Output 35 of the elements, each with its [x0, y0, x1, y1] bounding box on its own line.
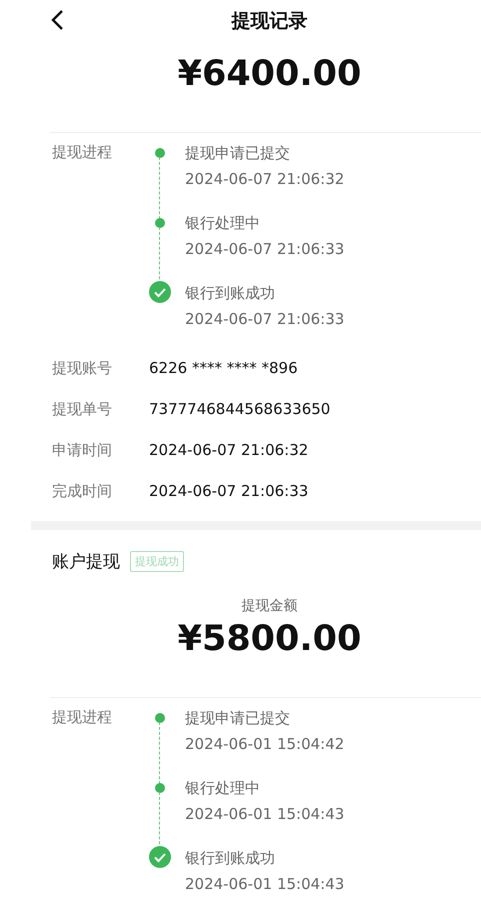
detail-value: 2024-06-07 21:06:32	[149, 441, 308, 459]
progress-label: 提现进程	[52, 708, 113, 728]
check-icon	[149, 281, 171, 303]
step-title: 提现申请已提交	[185, 708, 291, 728]
step-time: 2024-06-07 21:06:33	[185, 239, 344, 259]
step-time: 2024-06-07 21:06:32	[185, 169, 344, 189]
step-dot	[155, 148, 165, 158]
check-icon	[149, 846, 171, 868]
progress-label: 提现进程	[52, 143, 113, 163]
step-title: 银行处理中	[185, 213, 261, 233]
step-time: 2024-06-07 21:06:33	[185, 309, 344, 329]
step-dot	[155, 713, 165, 723]
detail-value: 2024-06-07 21:06:33	[149, 482, 308, 500]
detail-value: 6226 **** **** *896	[149, 359, 298, 377]
amount: ¥5800.00	[176, 619, 362, 659]
amount-label: 提现金额	[240, 597, 298, 615]
step-time: 2024-06-01 15:04:42	[185, 734, 344, 754]
back-icon[interactable]	[50, 9, 64, 31]
step-title: 银行到账成功	[185, 848, 276, 868]
detail-label: 申请时间	[52, 440, 113, 460]
page-title: 提现记录	[232, 9, 308, 34]
step-title: 提现申请已提交	[185, 143, 291, 163]
detail-label: 提现账号	[52, 358, 113, 378]
step-title: 银行到账成功	[185, 283, 276, 303]
step-time: 2024-06-01 15:04:43	[185, 804, 344, 824]
amount: ¥6400.00	[176, 54, 362, 94]
step-title: 银行处理中	[185, 778, 261, 798]
detail-value: 7377746844568633650	[149, 400, 330, 418]
section-title: 账户提现	[52, 551, 120, 573]
status-tag: 提现成功	[130, 551, 184, 572]
step-time: 2024-06-01 15:04:43	[185, 874, 344, 894]
step-dot	[155, 783, 165, 793]
detail-label: 提现单号	[52, 400, 113, 418]
step-dot	[155, 218, 165, 228]
detail-label: 完成时间	[52, 482, 113, 500]
